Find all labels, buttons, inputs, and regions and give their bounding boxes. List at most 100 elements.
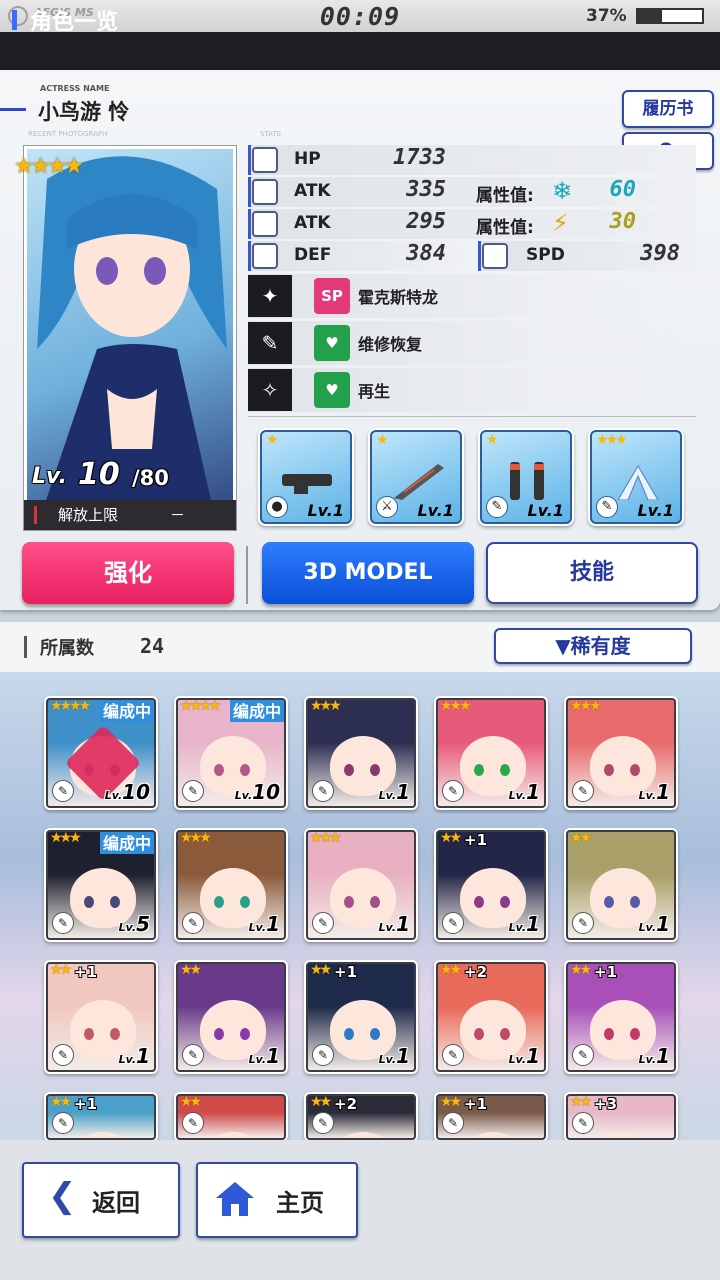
portrait-eye (240, 764, 250, 776)
weapon-type-icon: ✎ (182, 1112, 204, 1134)
card-level: Lv.1 (639, 780, 670, 804)
card-level-prefix: Lv. (638, 1053, 657, 1066)
portrait-eye (474, 1028, 484, 1040)
card-plus-count: +2 (464, 963, 488, 981)
character-card[interactable]: ★★ +1 ✎ (436, 1094, 546, 1140)
weapon-type-icon: ✎ (52, 1044, 74, 1066)
card-plus-count: +1 (74, 1095, 98, 1113)
card-level-prefix: Lv. (118, 921, 137, 934)
resume-button[interactable]: 履历书 (622, 90, 714, 128)
atk2-label: ATK (294, 213, 331, 233)
hp-value: 1733 (393, 145, 446, 170)
character-card[interactable]: ★★ +2 ✎ Lv.1 (436, 962, 546, 1072)
attr2-value: 30 (609, 209, 637, 234)
3d-model-button[interactable]: 3D MODEL (262, 542, 474, 604)
character-card[interactable]: ★★★ 编成中 ✎ Lv.5 (46, 830, 156, 940)
equipment-level: Lv.1 (307, 501, 344, 520)
skill-row[interactable]: ✎ ♥ 维修恢复 (248, 321, 696, 365)
portrait-eye (344, 764, 354, 776)
portrait-eye (500, 764, 510, 776)
stat-accent (248, 209, 251, 239)
card-level-prefix: Lv. (104, 789, 123, 802)
skill-row[interactable]: ✧ ♥ 再生 (248, 368, 696, 412)
card-rarity-stars: ★★★★ (180, 698, 221, 714)
shield-icon (252, 243, 278, 269)
character-card[interactable]: ★★★ ✎ Lv.1 (566, 698, 676, 808)
skill-button[interactable]: 技能 (486, 542, 698, 604)
in-team-badge: 编成中 (99, 832, 154, 854)
character-card[interactable]: ★★ +1 ✎ Lv.1 (566, 962, 676, 1072)
character-card[interactable]: ★★ ✎ Lv.1 (566, 830, 676, 940)
app-logo-icon (8, 6, 28, 26)
character-card[interactable]: ★★ ✎ Lv.1 (176, 962, 286, 1072)
owned-count-label: 所属数 (40, 638, 94, 659)
skill-name: 霍克斯特龙 (358, 288, 439, 307)
character-card[interactable]: ★★ +1 ✎ Lv.1 (306, 962, 416, 1072)
card-rarity-stars: ★★★★ (50, 698, 91, 714)
equipment-slot[interactable]: ★ ● Lv.1 (260, 430, 352, 524)
recent-photo-caption: RECENT PHOTOGRAPH (28, 130, 108, 138)
card-level-prefix: Lv. (508, 789, 527, 802)
card-rarity-stars: ★★ (440, 962, 462, 978)
in-team-badge: 编成中 (229, 700, 284, 722)
equipment-slot[interactable]: ★ ✎ Lv.1 (480, 430, 572, 524)
character-card[interactable]: ★★★ ✎ Lv.1 (306, 698, 416, 808)
card-rarity-stars: ★★ (310, 962, 332, 978)
character-card[interactable]: ★★ ✎ (176, 1094, 286, 1140)
weapon-type-icon: ✎ (572, 780, 594, 802)
character-card[interactable]: ★★ +1 ✎ (46, 1094, 156, 1140)
character-card[interactable]: ★★ +1 ✎ Lv.1 (46, 962, 156, 1072)
sort-rarity-button[interactable]: ▼稀有度 (494, 628, 692, 664)
card-rarity-stars: ★★ (180, 962, 202, 978)
card-level-value: 1 (396, 1044, 410, 1068)
spd-value: 398 (640, 241, 680, 266)
card-level-value: 1 (266, 912, 280, 936)
equipment-slot[interactable]: ★★★ ✎ Lv.1 (590, 430, 682, 524)
equipment-slot[interactable]: ★ ⚔ Lv.1 (370, 430, 462, 524)
card-level-prefix: Lv. (378, 789, 397, 802)
skill-row[interactable]: ✦ SP 霍克斯特龙 (248, 274, 696, 318)
equipment-level: Lv.1 (637, 501, 674, 520)
stat-accent (248, 145, 251, 175)
card-level-value: 1 (656, 912, 670, 936)
character-card[interactable]: ★★ +3 ✎ (566, 1094, 676, 1140)
skill-hawk-icon: ✦ (248, 275, 292, 317)
equipment-type-icon: ✎ (486, 496, 508, 518)
equipment-stars: ★★★ (596, 432, 628, 448)
character-card[interactable]: ★★★ ✎ Lv.1 (306, 830, 416, 940)
skill-name: 维修恢复 (358, 335, 423, 354)
card-rarity-stars: ★★★ (50, 830, 82, 846)
def-label: DEF (294, 245, 332, 265)
card-level: Lv.1 (379, 1044, 410, 1068)
card-level-prefix: Lv. (378, 1053, 397, 1066)
actress-name: 小鸟游 怜 (38, 100, 130, 124)
weapon-type-icon: ✎ (182, 912, 204, 934)
character-card[interactable]: ★★ +1 ✎ Lv.1 (436, 830, 546, 940)
header-accent (12, 10, 17, 30)
limit-break-bar (24, 500, 236, 530)
character-card[interactable]: ★★★★ 编成中 ✎ Lv.10 (176, 698, 286, 808)
wings-icon (617, 465, 659, 500)
card-rarity-stars: ★★ (440, 1094, 462, 1110)
portrait-face (70, 1132, 136, 1138)
portrait-face (460, 1132, 526, 1138)
upgrade-button[interactable]: 强化 (22, 542, 234, 604)
card-rarity-stars: ★★ (440, 830, 462, 846)
card-rarity-stars: ★★ (310, 1094, 332, 1110)
card-rarity-stars: ★★★ (440, 698, 472, 714)
card-level: Lv.1 (249, 1044, 280, 1068)
card-rarity-stars: ★★★ (310, 830, 342, 846)
card-level: Lv.1 (639, 912, 670, 936)
skill-type-badge: ♥ (314, 325, 350, 361)
name-accent-line (0, 108, 26, 111)
character-card[interactable]: ★★★ ✎ Lv.1 (176, 830, 286, 940)
character-card[interactable]: ★★★★ 编成中 ✎ Lv.10 (46, 698, 156, 808)
equipment-type-icon: ⚔ (376, 496, 398, 518)
character-card[interactable]: ★★ +2 ✎ (306, 1094, 416, 1140)
atk1-value: 335 (406, 177, 446, 202)
character-card[interactable]: ★★★ ✎ Lv.1 (436, 698, 546, 808)
portrait-eye (84, 896, 94, 908)
equipment-type-icon: ● (266, 496, 288, 518)
heart-icon (252, 147, 278, 173)
hp-label: HP (294, 149, 321, 169)
